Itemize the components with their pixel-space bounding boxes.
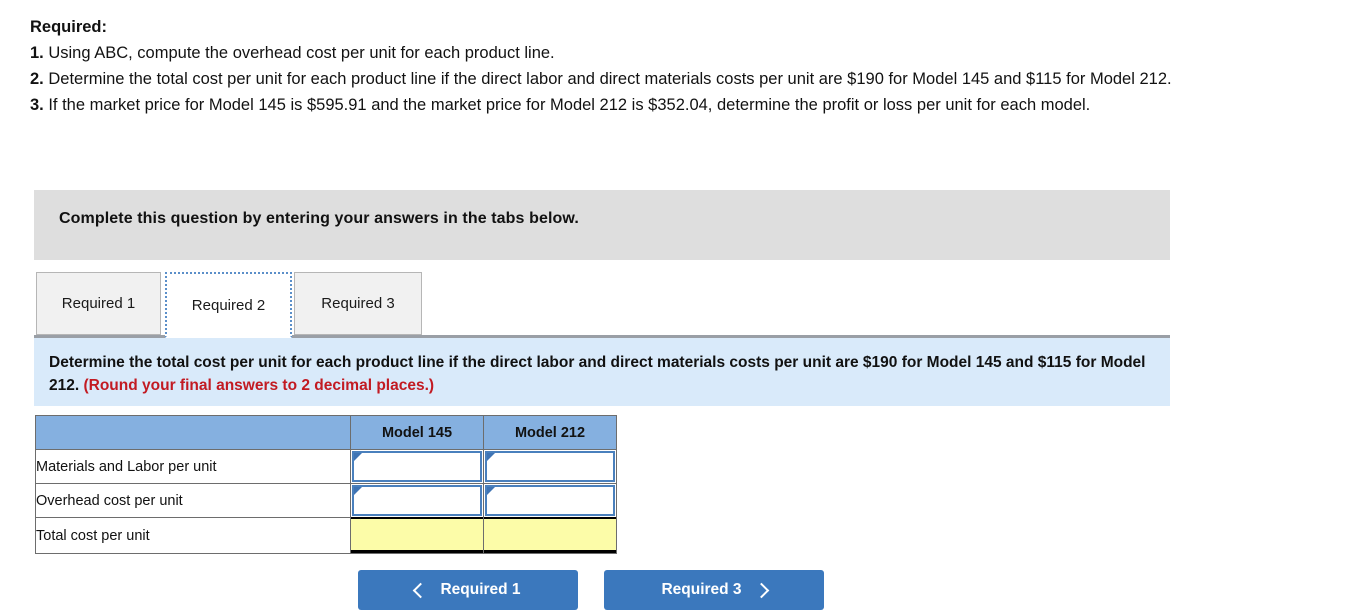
table-row: Overhead cost per unit — [35, 483, 617, 518]
table-header-blank — [35, 415, 351, 450]
required-item-1-number: 1. — [30, 44, 44, 62]
input-box[interactable] — [352, 485, 482, 516]
chevron-right-icon — [753, 582, 769, 598]
required-prompt: Required: 1. Using ABC, compute the over… — [30, 14, 1280, 118]
tab-required-2[interactable]: Required 2 — [165, 272, 292, 338]
instruction-text-wrap: Determine the total cost per unit for ea… — [49, 351, 1159, 397]
required-item-2-number: 2. — [30, 70, 44, 88]
table-header-model-145: Model 145 — [350, 415, 484, 450]
required-item-3-number: 3. — [30, 96, 44, 114]
total-value-model-212 — [484, 517, 616, 553]
table-header-row: Model 145 Model 212 — [35, 415, 617, 450]
tab-required-3-label: Required 3 — [321, 295, 395, 312]
required-item-2-text: Determine the total cost per unit for ea… — [43, 70, 1172, 88]
next-button-label: Required 3 — [661, 581, 742, 598]
input-box[interactable] — [485, 451, 615, 482]
complete-question-text: Complete this question by entering your … — [59, 210, 579, 227]
required-item-3: 3. If the market price for Model 145 is … — [30, 92, 1280, 118]
required-item-1: 1. Using ABC, compute the overhead cost … — [30, 40, 1280, 66]
cell-marker-icon — [487, 453, 495, 461]
table-row: Materials and Labor per unit — [35, 449, 617, 484]
input-cell-materials-model-212[interactable] — [483, 449, 617, 484]
prev-button-label: Required 1 — [440, 581, 521, 598]
input-cell-overhead-model-212[interactable] — [483, 483, 617, 518]
prev-required-1-button[interactable]: Required 1 — [358, 570, 578, 610]
total-cell-model-145 — [350, 517, 484, 554]
input-box[interactable] — [485, 485, 615, 516]
tab-strip: Required 1 Required 2 Required 3 — [34, 272, 1170, 338]
row-label-materials-and-labor: Materials and Labor per unit — [35, 449, 351, 484]
total-value-model-145 — [351, 517, 483, 553]
table-row: Total cost per unit — [35, 517, 617, 554]
required-item-3-text: If the market price for Model 145 is $59… — [43, 96, 1091, 114]
tab-required-3[interactable]: Required 3 — [294, 272, 422, 335]
cell-marker-icon — [354, 453, 362, 461]
next-required-3-button[interactable]: Required 3 — [604, 570, 824, 610]
tab-required-2-label: Required 2 — [191, 296, 266, 314]
complete-question-banner: Complete this question by entering your … — [34, 190, 1170, 260]
input-cell-materials-model-145[interactable] — [350, 449, 484, 484]
total-cell-model-212 — [483, 517, 617, 554]
tab-required-1-label: Required 1 — [61, 295, 136, 312]
input-box[interactable] — [352, 451, 482, 482]
answer-table: Model 145 Model 212 Materials and Labor … — [35, 415, 617, 554]
required-item-1-text: Using ABC, compute the overhead cost per… — [43, 44, 555, 62]
cell-marker-icon — [487, 487, 495, 495]
instruction-rounding-note: (Round your final answers to 2 decimal p… — [83, 377, 435, 394]
required-heading: Required: — [30, 18, 108, 36]
table-header-model-212: Model 212 — [483, 415, 617, 450]
row-label-overhead-cost: Overhead cost per unit — [35, 483, 351, 518]
required-item-2: 2. Determine the total cost per unit for… — [30, 66, 1280, 92]
cell-marker-icon — [354, 487, 362, 495]
chevron-left-icon — [413, 582, 429, 598]
input-cell-overhead-model-145[interactable] — [350, 483, 484, 518]
tab-required-1[interactable]: Required 1 — [36, 272, 161, 335]
row-label-total-cost: Total cost per unit — [35, 517, 351, 554]
instruction-banner: Determine the total cost per unit for ea… — [34, 338, 1170, 406]
